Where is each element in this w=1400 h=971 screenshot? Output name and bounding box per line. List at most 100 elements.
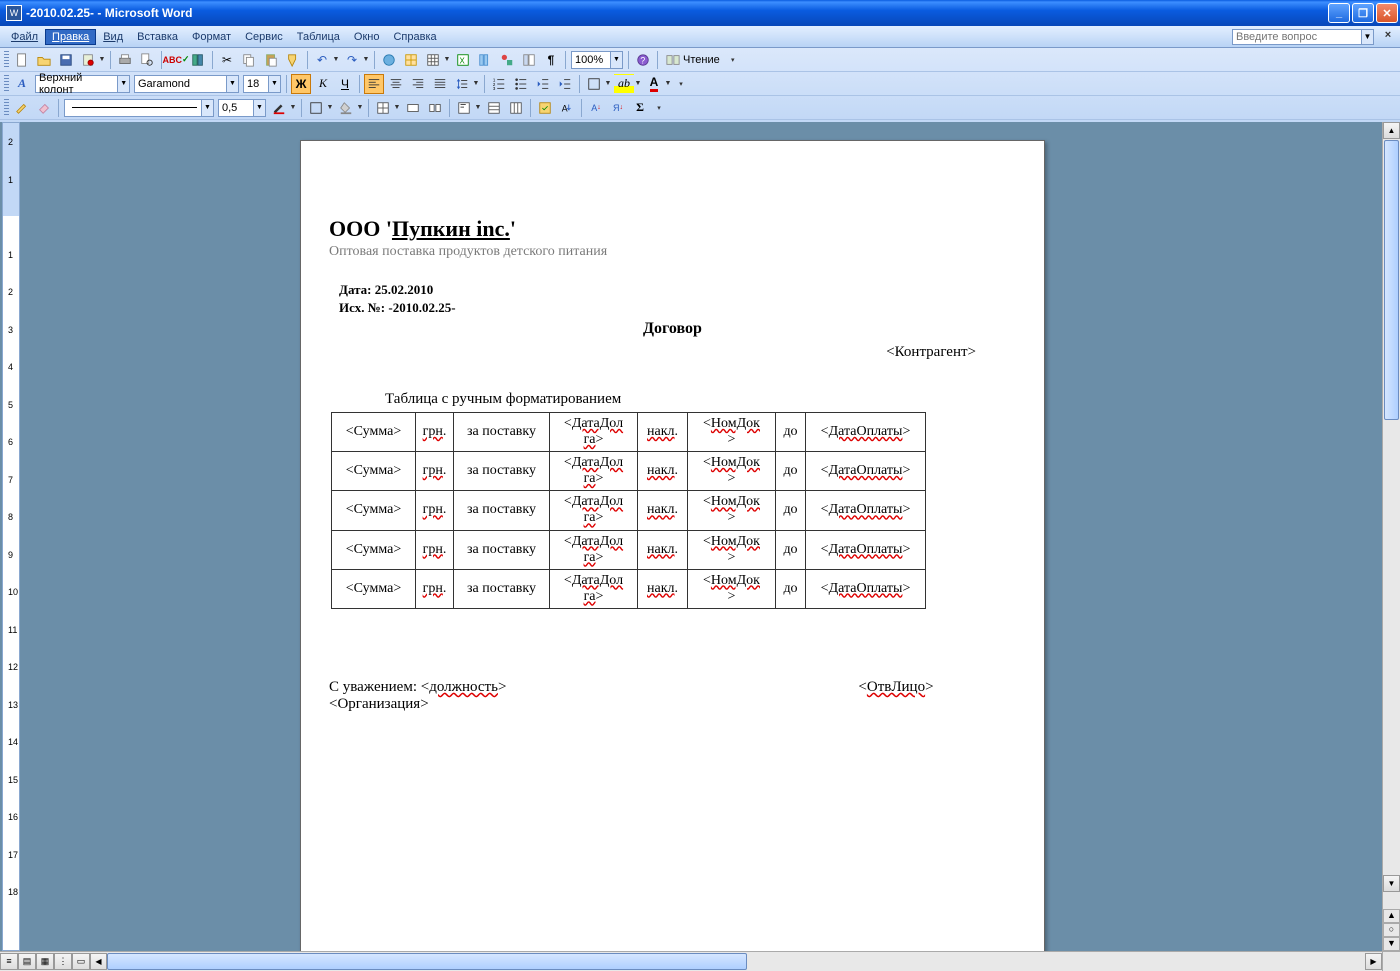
scroll-left-button[interactable]: ◀ [90,953,107,970]
scroll-thumb-h[interactable] [107,953,747,970]
hyperlink-button[interactable] [379,50,399,70]
cell-align-dropdown[interactable]: ▼ [473,98,483,118]
insert-table-button-2[interactable] [373,98,393,118]
menu-edit[interactable]: Правка [45,29,96,45]
select-browse-object[interactable]: ○ [1383,923,1400,937]
new-doc-button[interactable] [12,50,32,70]
spellcheck-button[interactable]: ABC✓ [166,50,186,70]
menu-window[interactable]: Окно [347,29,387,45]
split-cells-button[interactable] [425,98,445,118]
size-combo[interactable]: 18▼ [243,75,281,93]
outside-border-button[interactable] [306,98,326,118]
columns-button[interactable] [475,50,495,70]
numbering-button[interactable]: 123 [489,74,509,94]
permissions-button[interactable] [78,50,98,70]
line-weight-combo[interactable]: 0,5▼ [218,99,266,117]
cell-align-button[interactable] [454,98,474,118]
align-justify-button[interactable] [430,74,450,94]
distribute-rows-button[interactable] [484,98,504,118]
undo-dropdown[interactable]: ▼ [331,50,341,70]
research-button[interactable] [188,50,208,70]
eraser-button[interactable] [34,98,54,118]
show-marks-button[interactable]: ¶ [541,50,561,70]
outline-view-button[interactable]: ⋮ [54,953,72,970]
insert-excel-button[interactable]: X [453,50,473,70]
outside-border-dropdown[interactable]: ▼ [325,98,335,118]
autosum-button[interactable]: Σ [630,98,650,118]
menu-view[interactable]: Вид [96,29,130,45]
tables-borders-button[interactable] [401,50,421,70]
toolbar-grip[interactable] [4,99,9,117]
cut-button[interactable]: ✂ [217,50,237,70]
font-combo[interactable]: Garamond▼ [134,75,239,93]
help-search-dropdown[interactable]: ▼ [1362,29,1374,45]
toolbar-options-3[interactable]: ▾ [654,98,664,118]
vertical-ruler[interactable]: 21123456789101112131415161718 [2,122,20,951]
paste-button[interactable] [261,50,281,70]
increase-indent-button[interactable] [555,74,575,94]
align-center-button[interactable] [386,74,406,94]
web-layout-button[interactable]: ▤ [18,953,36,970]
autoformat-button[interactable] [535,98,555,118]
permissions-dropdown[interactable]: ▼ [97,50,107,70]
font-color-button[interactable]: A [644,74,664,94]
open-button[interactable] [34,50,54,70]
draw-table-button[interactable] [12,98,32,118]
sort-desc-button[interactable]: Я↓ [608,98,628,118]
scroll-right-button[interactable]: ▶ [1365,953,1382,970]
undo-button[interactable]: ↶ [312,50,332,70]
redo-dropdown[interactable]: ▼ [361,50,371,70]
borders-dropdown[interactable]: ▼ [603,74,613,94]
style-combo[interactable]: Верхний колонт▼ [35,75,130,93]
scroll-down-button[interactable]: ▼ [1383,875,1400,892]
maximize-button[interactable]: ❐ [1352,3,1374,23]
toolbar-options-1[interactable]: ▾ [728,50,738,70]
menu-service[interactable]: Сервис [238,29,290,45]
menu-file[interactable]: Файл [4,29,45,45]
merge-cells-button[interactable] [403,98,423,118]
decrease-indent-button[interactable] [533,74,553,94]
minimize-button[interactable]: _ [1328,3,1350,23]
close-button[interactable]: ✕ [1376,3,1398,23]
page[interactable]: ООО 'Пупкин inc.' Оптовая поставка проду… [300,140,1045,951]
underline-button[interactable]: Ч [335,74,355,94]
highlight-button[interactable]: ab [614,74,634,94]
toolbar-grip[interactable] [4,51,9,69]
normal-view-button[interactable]: ≡ [0,953,18,970]
drawing-button[interactable] [497,50,517,70]
bold-button[interactable]: Ж [291,74,311,94]
insert-table-dropdown-2[interactable]: ▼ [392,98,402,118]
bullets-button[interactable] [511,74,531,94]
line-style-combo[interactable]: ▼ [64,99,214,117]
doc-map-button[interactable] [519,50,539,70]
border-color-dropdown[interactable]: ▼ [288,98,298,118]
prev-page-button[interactable]: ▲ [1383,909,1400,923]
align-right-button[interactable] [408,74,428,94]
menu-help[interactable]: Справка [386,29,443,45]
format-painter-button[interactable] [283,50,303,70]
distribute-cols-button[interactable] [506,98,526,118]
next-page-button[interactable]: ▼ [1383,937,1400,951]
vertical-scrollbar[interactable]: ▲ ▼ ▲ ○ ▼ [1382,122,1400,951]
help-search-input[interactable] [1232,29,1362,45]
line-spacing-button[interactable] [452,74,472,94]
font-color-dropdown[interactable]: ▼ [663,74,673,94]
borders-button[interactable] [584,74,604,94]
print-preview-button[interactable] [137,50,157,70]
print-button[interactable] [115,50,135,70]
toolbar-grip[interactable] [4,75,9,93]
line-spacing-dropdown[interactable]: ▼ [471,74,481,94]
doc-close-button[interactable]: × [1380,29,1396,45]
scroll-thumb-v[interactable] [1384,140,1399,420]
reading-view-button[interactable]: ▭ [72,953,90,970]
copy-button[interactable] [239,50,259,70]
menu-table[interactable]: Таблица [290,29,347,45]
italic-button[interactable]: К [313,74,333,94]
styles-pane-button[interactable]: A [12,74,32,94]
print-layout-button[interactable]: ▦ [36,953,54,970]
help-button[interactable]: ? [633,50,653,70]
reading-layout-button[interactable]: Чтение [661,50,725,70]
zoom-combo[interactable]: 100%▼ [571,51,623,69]
menu-format[interactable]: Формат [185,29,238,45]
text-direction-button[interactable]: A [557,98,577,118]
